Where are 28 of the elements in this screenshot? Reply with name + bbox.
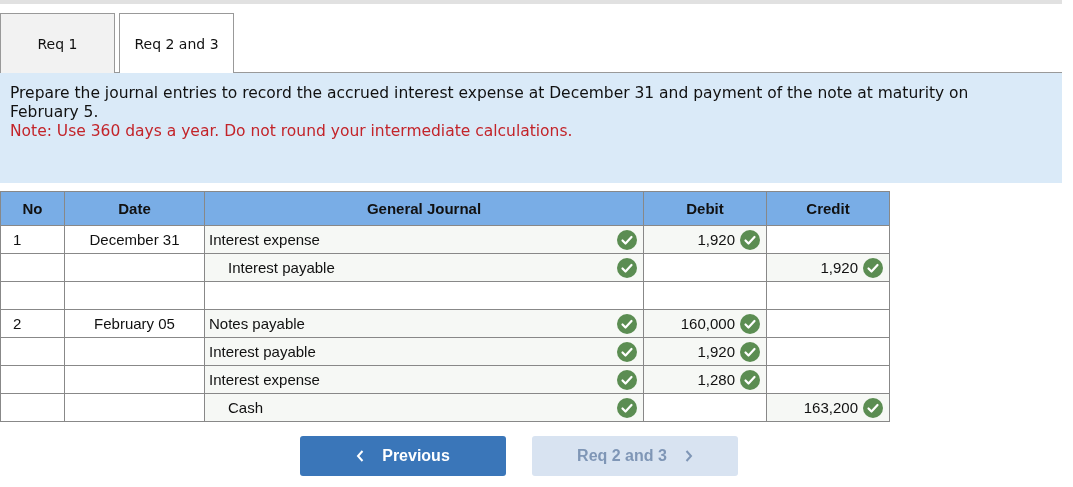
- nav-button[interactable]: Previous: [300, 436, 506, 476]
- entry-number: 2: [13, 315, 22, 332]
- debit-amount: 1,920: [697, 231, 735, 248]
- account-name: Interest expense: [209, 371, 320, 388]
- credit-amount: 163,200: [803, 399, 858, 416]
- chevron-left-icon: [356, 450, 365, 462]
- account-name: Interest expense: [209, 231, 320, 248]
- instructions-text: Prepare the journal entries to record the accrued interest expense at December 31 and payment of the note at maturity on February 5.: [10, 84, 970, 122]
- column-header: Date: [64, 191, 205, 226]
- account-name: Interest payable: [209, 343, 316, 360]
- account-name: Notes payable: [209, 315, 305, 332]
- note-text: Note: Use 360 days a year. Do not round your intermediate calculations.: [10, 122, 574, 141]
- column-header: No: [0, 191, 65, 226]
- tab[interactable]: Req 2 and 3: [119, 13, 234, 73]
- column-header: Credit: [766, 191, 890, 226]
- entry-date: December 31: [89, 231, 180, 248]
- entry-date: February 05: [94, 315, 175, 332]
- chevron-right-icon: [684, 450, 693, 462]
- debit-amount: 160,000: [680, 315, 735, 332]
- debit-amount: 1,280: [697, 371, 735, 388]
- account-name: Cash: [227, 399, 264, 416]
- column-header: Debit: [643, 191, 767, 226]
- debit-amount: 1,920: [697, 343, 735, 360]
- tab[interactable]: Req 1: [0, 13, 115, 73]
- account-name: Interest payable: [227, 259, 335, 276]
- entry-number: 1: [13, 231, 22, 248]
- column-header: General Journal: [204, 191, 644, 226]
- credit-amount: 1,920: [820, 259, 858, 276]
